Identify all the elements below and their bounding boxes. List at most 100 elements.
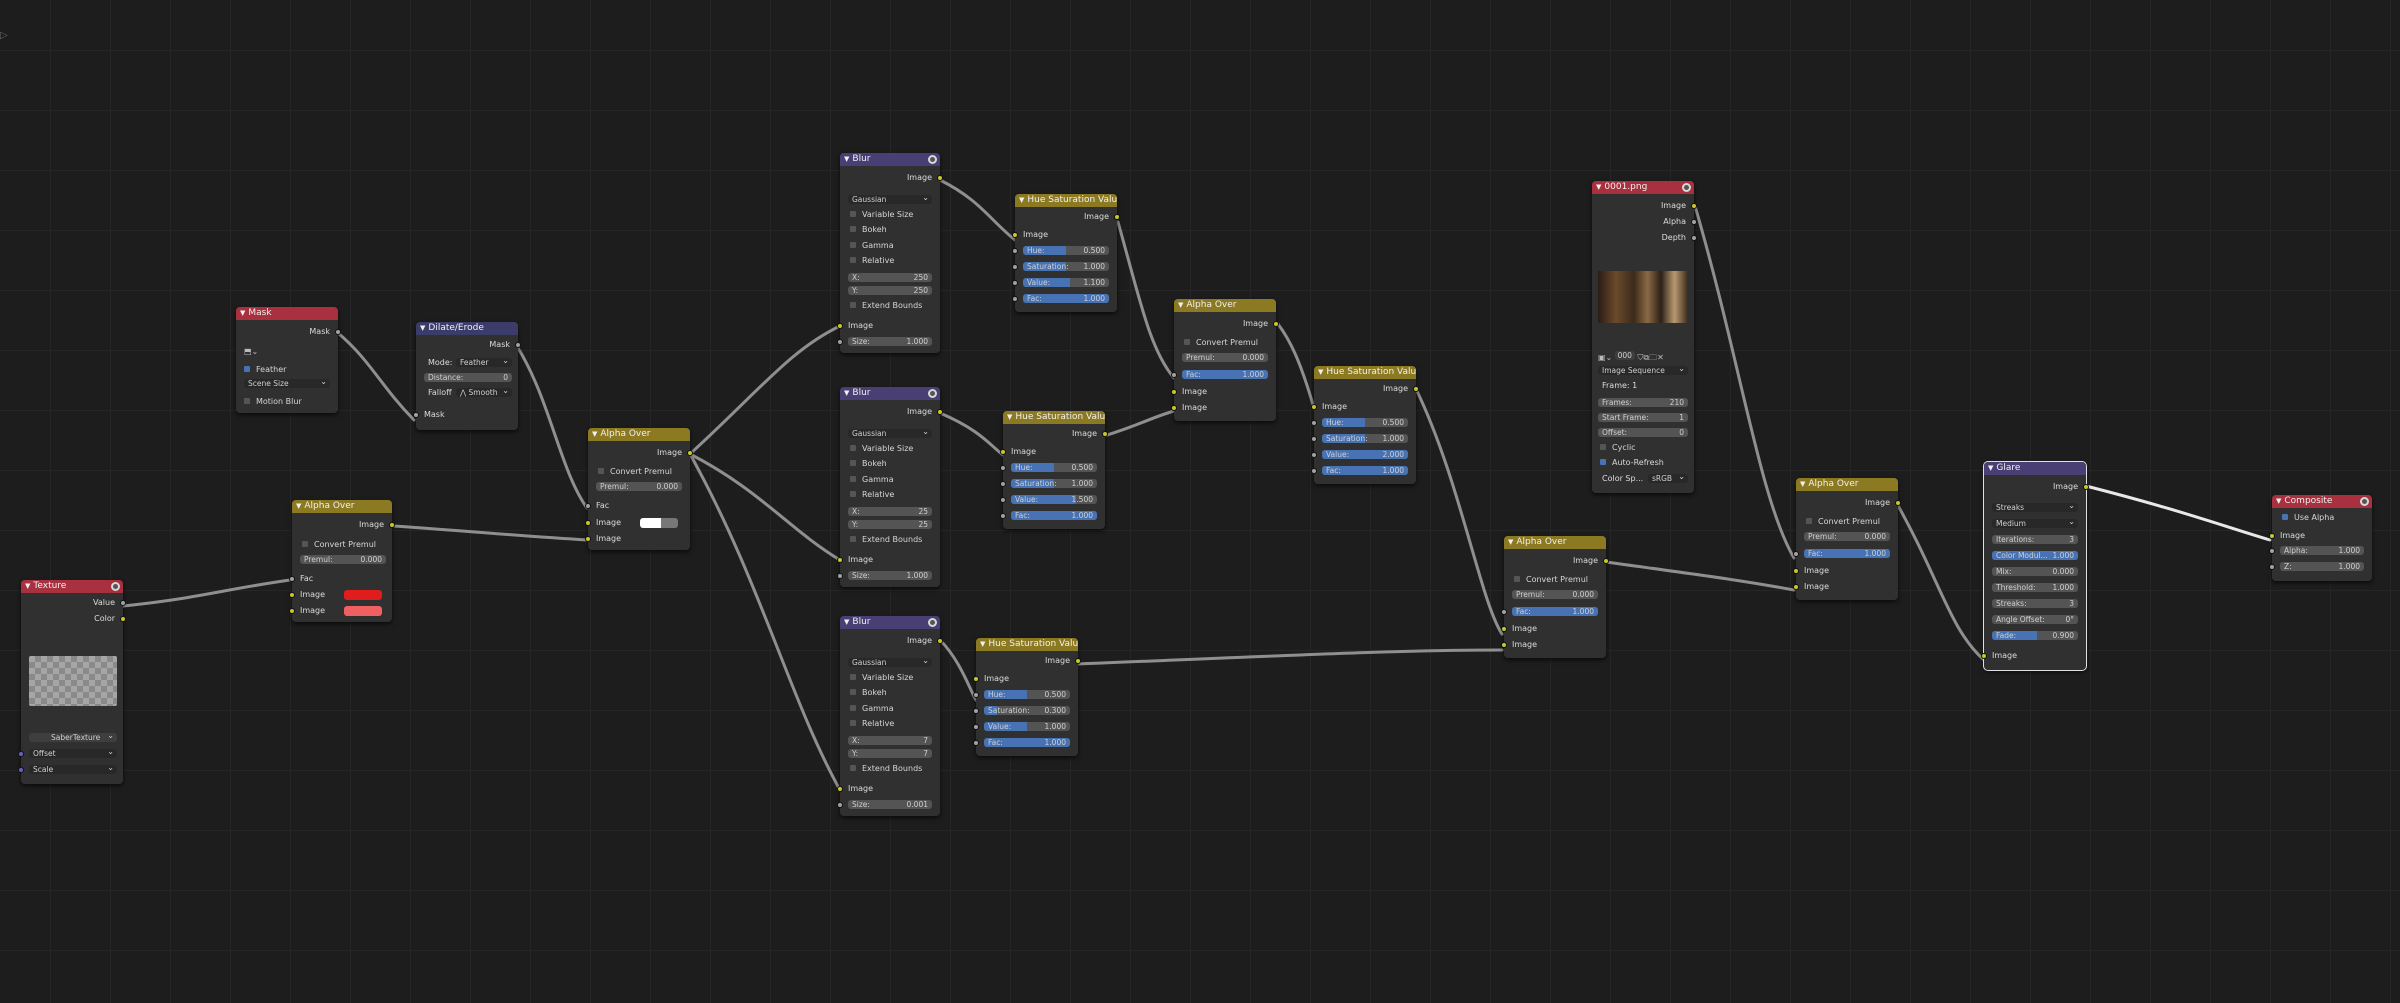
node-header[interactable]: ▼ Dilate/Erode [416, 322, 518, 335]
z-field[interactable]: Z: 1.000 [2280, 562, 2364, 571]
node-header[interactable]: ▼ Blur [840, 153, 940, 166]
filter-type-dropdown[interactable]: Gaussian [848, 193, 932, 204]
node-header[interactable]: ▼ Alpha Over [1504, 536, 1606, 549]
value-field[interactable]: Value: 2.000 [1322, 450, 1408, 459]
bokeh-checkbox[interactable]: Bokeh [850, 225, 887, 235]
colorspace-dropdown[interactable]: sRGB [1648, 472, 1688, 483]
premul-field[interactable]: Premul: 0.000 [300, 555, 386, 564]
premul-field[interactable]: Premul: 0.000 [1804, 532, 1890, 541]
node-header[interactable]: ▼ Texture [21, 580, 123, 593]
bokeh-checkbox[interactable]: Bokeh [850, 459, 887, 469]
color-swatch[interactable] [640, 518, 678, 528]
input-fac[interactable]: Fac [289, 574, 392, 584]
node-hue-saturation-2[interactable]: ▼ Hue Saturation Value Image Image Hue: 0.… [1000, 411, 1108, 529]
node-image[interactable]: ▼ 0001.png Image Alpha Depth ▣⌄ 000 ⛉⧉🗀✕ … [1592, 181, 1697, 493]
input-image[interactable]: Image [837, 321, 940, 331]
node-header[interactable]: ▼ Alpha Over [1796, 478, 1898, 491]
input-image-1[interactable]: Image [1501, 624, 1606, 634]
mix-field[interactable]: Mix: 0.000 [1992, 567, 2078, 576]
saturation-field[interactable]: Saturation: 1.000 [1322, 434, 1408, 443]
input-image[interactable]: Image [837, 784, 940, 794]
fac-field[interactable]: Fac: 1.000 [984, 738, 1070, 747]
color-modulation-field[interactable]: Color Modul... 1.000 [1992, 551, 2078, 560]
node-header[interactable]: ▼ Glare [1984, 462, 2086, 475]
bokeh-checkbox[interactable]: Bokeh [850, 688, 887, 698]
input-image-2[interactable]: Image [1793, 582, 1898, 592]
node-texture[interactable]: ▼Texture Value Color SaberTexture Offset… [18, 580, 126, 784]
preview-icon[interactable] [928, 389, 937, 398]
texture-selector[interactable]: SaberTexture [29, 731, 117, 742]
input-image-2[interactable]: Image [1501, 640, 1606, 650]
convert-premul-checkbox[interactable]: Convert Premul [1184, 338, 1258, 348]
input-scale[interactable]: Scale [18, 763, 123, 775]
image-browse-row[interactable]: ▣⌄ 000 ⛉⧉🗀✕ [1598, 351, 1694, 362]
node-glare[interactable]: ▼Glare Image Streaks Medium Iterations:3… [1981, 461, 2089, 671]
node-blur-2[interactable]: ▼Blur Image Gaussian Variable Size Bokeh… [837, 387, 943, 587]
relative-checkbox[interactable]: Relative [850, 256, 894, 266]
use-alpha-checkbox[interactable]: Use Alpha [2282, 513, 2334, 523]
input-image[interactable]: Image [973, 674, 1078, 684]
hue-field[interactable]: Hue: 0.500 [984, 690, 1070, 699]
iterations-field[interactable]: Iterations: 3 [1992, 535, 2078, 544]
node-hue-saturation-4[interactable]: ▼ Hue Saturation Value Image Image Hue: 0.… [1311, 366, 1419, 484]
variable-size-checkbox[interactable]: Variable Size [850, 673, 913, 683]
node-alpha-over-2[interactable]: ▼ Alpha Over Image Convert Premul Premul:… [585, 428, 693, 550]
cyclic-checkbox[interactable]: Cyclic [1600, 443, 1636, 453]
color-swatch-1[interactable] [344, 590, 382, 600]
input-mask[interactable]: Mask [413, 410, 518, 420]
motion-blur-checkbox[interactable]: Motion Blur [244, 397, 302, 407]
node-alpha-over-5[interactable]: ▼ Alpha Over Image Convert Premul Premul:… [1793, 478, 1901, 600]
mode-dropdown[interactable]: Feather [456, 356, 512, 367]
filter-type-dropdown[interactable]: Gaussian [848, 427, 932, 438]
socket[interactable] [120, 616, 126, 622]
input-image[interactable]: Image [1000, 447, 1105, 457]
input-fac[interactable]: Fac [585, 501, 690, 511]
y-field[interactable]: Y: 25 [848, 520, 932, 529]
convert-premul-checkbox[interactable]: Convert Premul [1806, 517, 1880, 527]
node-header[interactable]: ▼ Hue Saturation Value [976, 638, 1078, 651]
gamma-checkbox[interactable]: Gamma [850, 704, 894, 714]
input-image[interactable]: Image [1012, 230, 1117, 240]
y-field[interactable]: Y: 250 [848, 286, 932, 295]
hue-field[interactable]: Hue: 0.500 [1322, 418, 1408, 427]
extend-bounds-checkbox[interactable]: Extend Bounds [850, 764, 922, 774]
gamma-checkbox[interactable]: Gamma [850, 475, 894, 485]
node-composite[interactable]: ▼ Composite Use Alpha Image Alpha: 1.000 Z… [2269, 495, 2372, 581]
alpha-field[interactable]: Alpha: 1.000 [2280, 546, 2364, 555]
value-field[interactable]: Value: 1.500 [1011, 495, 1097, 504]
fac-field[interactable]: Fac: 1.000 [1512, 607, 1598, 616]
fac-field[interactable]: Fac: 1.000 [1804, 549, 1890, 558]
expand-arrow-icon[interactable]: ▷ [0, 30, 8, 41]
angle-offset-field[interactable]: Angle Offset: 0° [1992, 615, 2078, 624]
node-blur-1[interactable]: ▼Blur Image Gaussian Variable Size Bokeh… [837, 153, 943, 353]
node-dilate-erode[interactable]: ▼Dilate/Erode Mask Mode: Feather Distanc… [413, 322, 521, 430]
quality-dropdown[interactable]: Medium [1992, 517, 2078, 528]
input-image[interactable]: Image [1981, 651, 2086, 661]
node-header[interactable]: ▼ Alpha Over [292, 500, 392, 513]
node-alpha-over-4[interactable]: ▼ Alpha Over Image Convert Premul Premul:… [1501, 536, 1609, 658]
node-header[interactable]: ▼ 0001.png [1592, 181, 1694, 194]
value-field[interactable]: Value: 1.000 [984, 722, 1070, 731]
node-header[interactable]: ▼ Mask [236, 307, 338, 320]
falloff-dropdown[interactable]: ⋀ Smooth [456, 386, 512, 397]
variable-size-checkbox[interactable]: Variable Size [850, 210, 913, 220]
preview-icon[interactable] [928, 155, 937, 164]
node-alpha-over-3[interactable]: ▼ Alpha Over Image Convert Premul Premul:… [1171, 299, 1279, 421]
x-field[interactable]: X: 25 [848, 507, 932, 516]
premul-field[interactable]: Premul: 0.000 [1512, 590, 1598, 599]
hue-field[interactable]: Hue: 0.500 [1023, 246, 1109, 255]
distance-field[interactable]: Distance: 0 [424, 373, 512, 382]
size-mode-dropdown[interactable]: Scene Size [244, 377, 330, 388]
input-image-2[interactable]: Image [1171, 403, 1276, 413]
socket[interactable] [120, 600, 126, 606]
y-field[interactable]: Y: 7 [848, 749, 932, 758]
color-swatch-2[interactable] [344, 606, 382, 616]
preview-icon[interactable] [111, 582, 120, 591]
gamma-checkbox[interactable]: Gamma [850, 241, 894, 251]
streaks-field[interactable]: Streaks: 3 [1992, 599, 2078, 608]
variable-size-checkbox[interactable]: Variable Size [850, 444, 913, 454]
x-field[interactable]: X: 250 [848, 273, 932, 282]
input-image-2[interactable]: Image [585, 534, 690, 544]
extend-bounds-checkbox[interactable]: Extend Bounds [850, 301, 922, 311]
input-image[interactable]: Image [1311, 402, 1416, 412]
